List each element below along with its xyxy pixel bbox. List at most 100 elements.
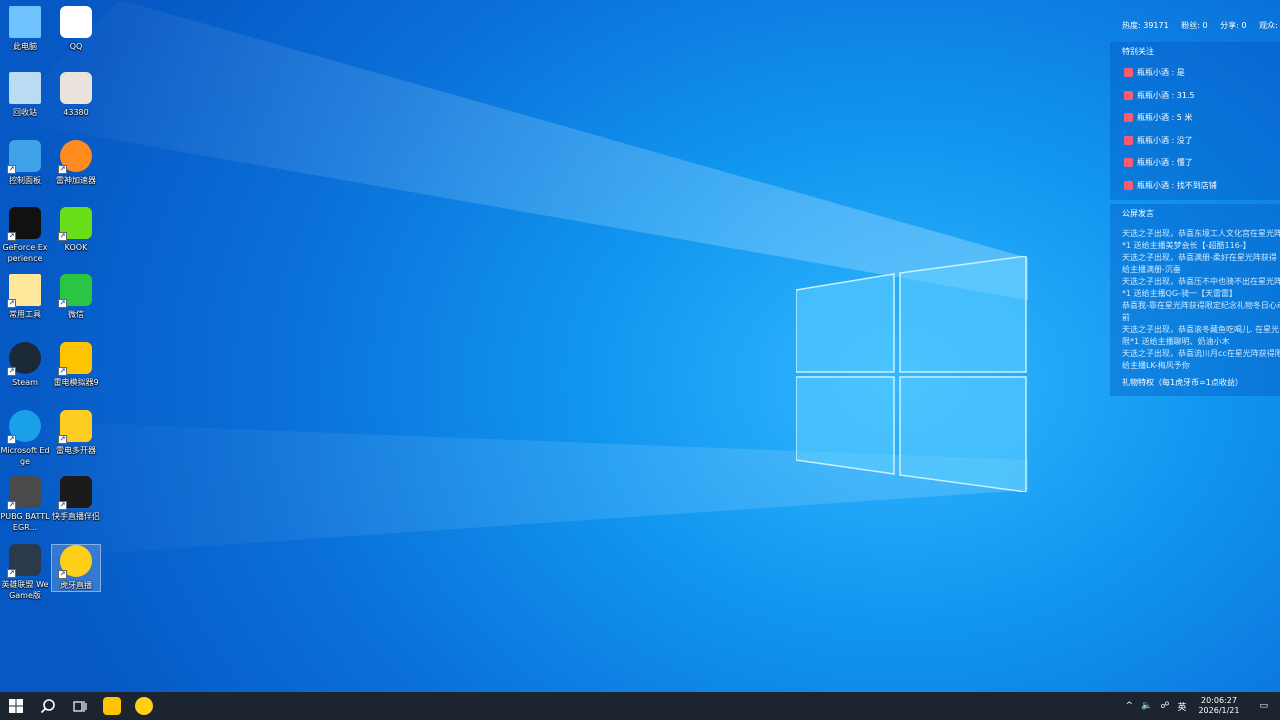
chat-line: *1 送给主播QG-骑一【天雷雷】: [1122, 289, 1238, 298]
clock-date: 2026/1/21: [1198, 706, 1240, 715]
desktop-icon[interactable]: ↗ 雷神加速器: [51, 140, 101, 186]
chat-line: 给主播满册-沉垂: [1122, 265, 1181, 274]
desktop-icon[interactable]: ↗ GeForce Experience: [0, 207, 50, 264]
desktop-icon[interactable]: 此电脑: [0, 6, 50, 52]
desktop-icon[interactable]: 回收站: [0, 72, 50, 118]
desktop-icon[interactable]: ↗ 雷电模拟器9: [51, 342, 101, 388]
desktop-icon[interactable]: ↗ 控制面板: [0, 140, 50, 186]
windows-start-icon: [9, 699, 23, 713]
clock-time: 20:06:27: [1201, 696, 1237, 705]
huya-icon: [135, 697, 153, 715]
chat-line: *1 送给主播美梦会长【-超酷116-】: [1122, 241, 1251, 250]
nvidia-icon: ↗: [7, 207, 41, 241]
shortcut-arrow-icon: ↗: [7, 501, 16, 510]
clock[interactable]: 20:06:27 2026/1/21: [1190, 696, 1247, 716]
share-stat: 分享: 0: [1220, 21, 1247, 30]
search-button[interactable]: [32, 692, 64, 720]
shortcut-arrow-icon: ↗: [58, 165, 67, 174]
stats-bar: 热度: 39171 粉丝: 0 分享: 0 观众:: [1122, 20, 1280, 32]
desktop-icon[interactable]: ↗ PUBG BATTLEGR...: [0, 476, 50, 533]
wechat-icon: ↗: [58, 274, 92, 308]
ime-indicator[interactable]: 英: [1173, 700, 1190, 713]
chat-line: 天选之子出现，恭喜压不中也骑不出在星光阵: [1122, 277, 1280, 286]
wallpaper: [0, 0, 1028, 560]
follow-item: 瓶瓶小酒 : 5 米: [1124, 112, 1192, 124]
desktop-icon-label: 快手直播伴侣: [52, 512, 100, 521]
windows-logo-wallpaper: [796, 256, 1027, 492]
follow-item: 瓶瓶小酒 : 懂了: [1124, 157, 1193, 169]
desktop-icon-label: 雷神加速器: [56, 176, 96, 185]
desktop-icon-label: 回收站: [13, 108, 37, 117]
follow-item-text: 瓶瓶小酒 : 没了: [1137, 135, 1193, 145]
shortcut-arrow-icon: ↗: [58, 570, 67, 579]
desktop-icon[interactable]: ↗ KOOK: [51, 207, 101, 253]
tray-overflow-chevron-icon[interactable]: ^: [1122, 701, 1138, 711]
taskbar: ^ 🔈 ☍ 英 20:06:27 2026/1/21 ▭: [0, 692, 1280, 720]
chat-list: 天选之子出现，恭喜东境工人文化宫在星光阵 *1 送给主播美梦会长【-超酷116-】…: [1122, 228, 1280, 372]
desktop-icon[interactable]: ↗ 微信: [51, 274, 101, 320]
desktop-icon-label: 雷电模拟器9: [53, 378, 99, 387]
desktop-icon[interactable]: ↗ 虎牙直播: [51, 544, 101, 592]
gift-icon: [1124, 181, 1133, 190]
gift-icon: [1124, 68, 1133, 77]
shortcut-arrow-icon: ↗: [58, 299, 67, 308]
start-button[interactable]: [0, 692, 32, 720]
gift-icon: [1124, 90, 1133, 100]
desktop-icon-label: PUBG BATTLEGR...: [0, 512, 50, 532]
shortcut-arrow-icon: ↗: [58, 232, 67, 241]
shortcut-arrow-icon: ↗: [7, 299, 16, 308]
desktop-icon-label: 控制面板: [9, 176, 41, 185]
follow-item-text: 瓶瓶小酒 : 31.5: [1137, 90, 1195, 100]
follow-item: 瓶瓶小酒 : 31.5: [1124, 90, 1195, 102]
kook-icon: ↗: [58, 207, 92, 241]
ldplayer-icon: [103, 697, 121, 715]
task-view-icon: [73, 701, 87, 712]
recycle-bin-icon: [9, 72, 41, 104]
chat-line: 天选之子出现，恭喜滚冬藏鱼吃喝儿. 在星光: [1122, 325, 1280, 334]
desktop-icon[interactable]: ↗ 雷电多开器: [51, 410, 101, 456]
desktop-icon-label: 43380: [63, 108, 89, 117]
taskbar-huya[interactable]: [128, 692, 160, 720]
gift-privilege-title: 礼物特权（每1虎牙币=1点收益）: [1122, 378, 1243, 387]
desktop-icon-label: 英雄联盟 WeGame版: [1, 580, 49, 600]
follow-item-text: 瓶瓶小酒 : 是: [1137, 68, 1185, 77]
system-tray: ^ 🔈 ☍ 英 20:06:27 2026/1/21 ▭: [1122, 692, 1280, 720]
this-pc-icon: [9, 6, 41, 38]
avatar-icon: [60, 72, 92, 104]
desktop-icon-label: Microsoft Edge: [0, 446, 50, 466]
desktop-icon[interactable]: ↗ 常用工具: [0, 274, 50, 320]
desktop-icon[interactable]: ↗ 快手直播伴侣: [51, 476, 101, 522]
ldplayer-icon: ↗: [58, 342, 92, 376]
follow-item-text: 瓶瓶小酒 : 找不到店铺: [1137, 181, 1217, 190]
chat-line: 天选之子出现，恭喜东境工人文化宫在星光阵: [1122, 229, 1280, 238]
follow-item: 瓶瓶小酒 : 是: [1124, 67, 1185, 79]
desktop-icon[interactable]: ↗ Steam: [0, 342, 50, 388]
desktop-icon[interactable]: 43380: [51, 72, 101, 118]
network-icon[interactable]: ☍: [1156, 701, 1173, 711]
chat-line: 前: [1122, 313, 1130, 322]
follow-item-text: 瓶瓶小酒 : 懂了: [1137, 158, 1193, 168]
chat-line: 天选之子出现，恭喜流川月cc在星光阵获得限: [1122, 349, 1280, 358]
taskbar-ldplayer[interactable]: [96, 692, 128, 720]
desktop-icon-label: KOOK: [64, 243, 88, 252]
gift-icon: [1124, 158, 1133, 168]
task-view-button[interactable]: [64, 692, 96, 720]
desktop-icon[interactable]: ↗ Microsoft Edge: [0, 410, 50, 467]
shortcut-arrow-icon: ↗: [7, 165, 16, 174]
heat-stat: 热度: 39171: [1122, 21, 1169, 30]
pubg-icon: ↗: [7, 476, 41, 510]
kuaishou-icon: ↗: [58, 476, 92, 510]
desktop-icon-label: QQ: [69, 42, 83, 51]
gift-icon: [1124, 113, 1133, 123]
desktop-icon[interactable]: QQ: [51, 6, 101, 52]
shortcut-arrow-icon: ↗: [7, 367, 16, 376]
shortcut-arrow-icon: ↗: [7, 232, 16, 241]
lol-icon: ↗: [7, 544, 41, 578]
volume-icon[interactable]: 🔈: [1137, 701, 1156, 711]
chat-line: 限*1 送给主播聊明、奶油小木: [1122, 337, 1230, 346]
gift-icon: [1124, 135, 1133, 145]
qq-icon: [60, 6, 92, 38]
desktop-icon[interactable]: ↗ 英雄联盟 WeGame版: [0, 544, 50, 601]
notification-icon[interactable]: ▭: [1247, 701, 1280, 711]
follow-item: 瓶瓶小酒 : 找不到店铺: [1124, 180, 1217, 192]
